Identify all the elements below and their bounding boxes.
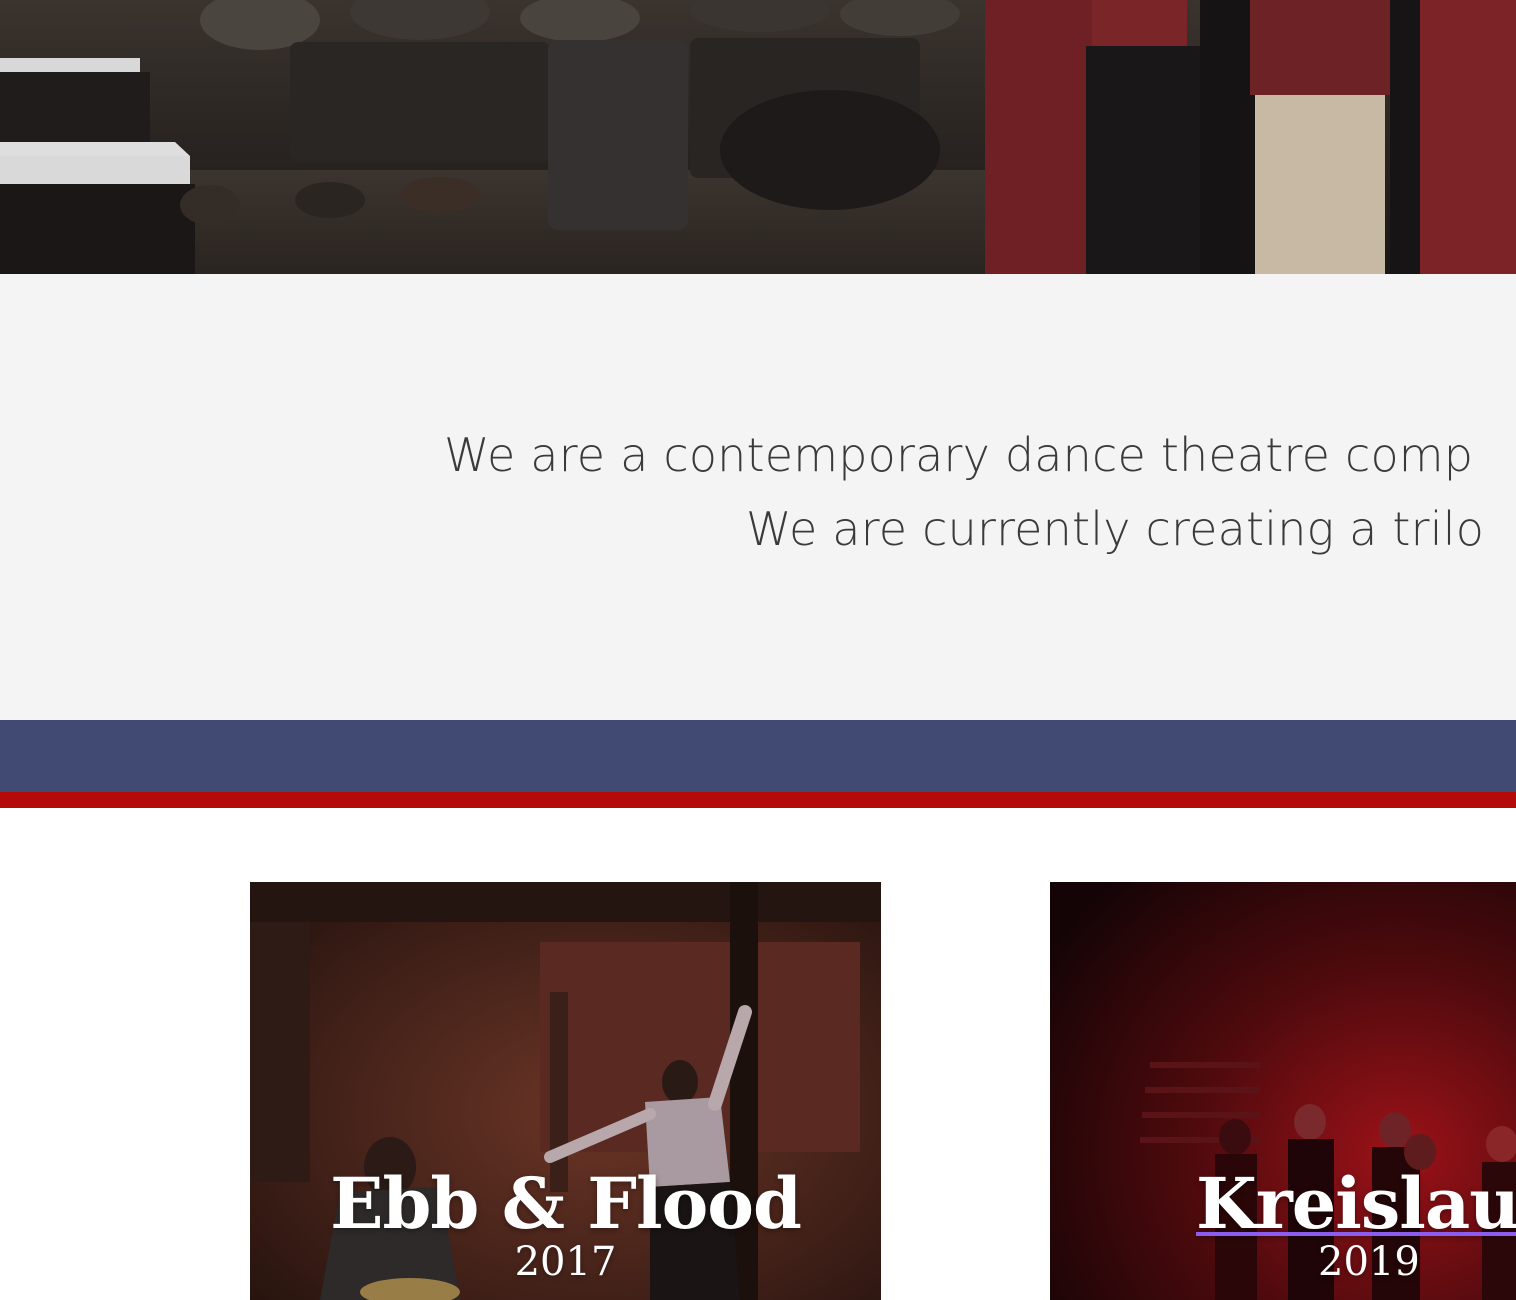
intro-section: We are a contemporary dance theatre comp… xyxy=(0,274,1516,720)
divider-band-blue xyxy=(0,720,1516,792)
intro-text-line-1: We are a contemporary dance theatre comp xyxy=(444,428,1474,482)
production-title: Kreislauf xyxy=(1196,1162,1516,1245)
production-year: 2017 xyxy=(514,1239,617,1285)
hero-photo xyxy=(0,0,1516,274)
divider-band-red xyxy=(0,792,1516,808)
production-card-ebb-and-flood[interactable]: Ebb & Flood 2017 xyxy=(250,882,881,1300)
intro-text-line-2: We are currently creating a trilo xyxy=(746,502,1485,556)
stage-photo-illustration xyxy=(0,0,1516,274)
production-card-kreislauf[interactable]: Kreislauf 2019 xyxy=(1050,882,1516,1300)
production-year: 2019 xyxy=(1318,1239,1420,1285)
production-title: Ebb & Flood xyxy=(330,1162,802,1245)
